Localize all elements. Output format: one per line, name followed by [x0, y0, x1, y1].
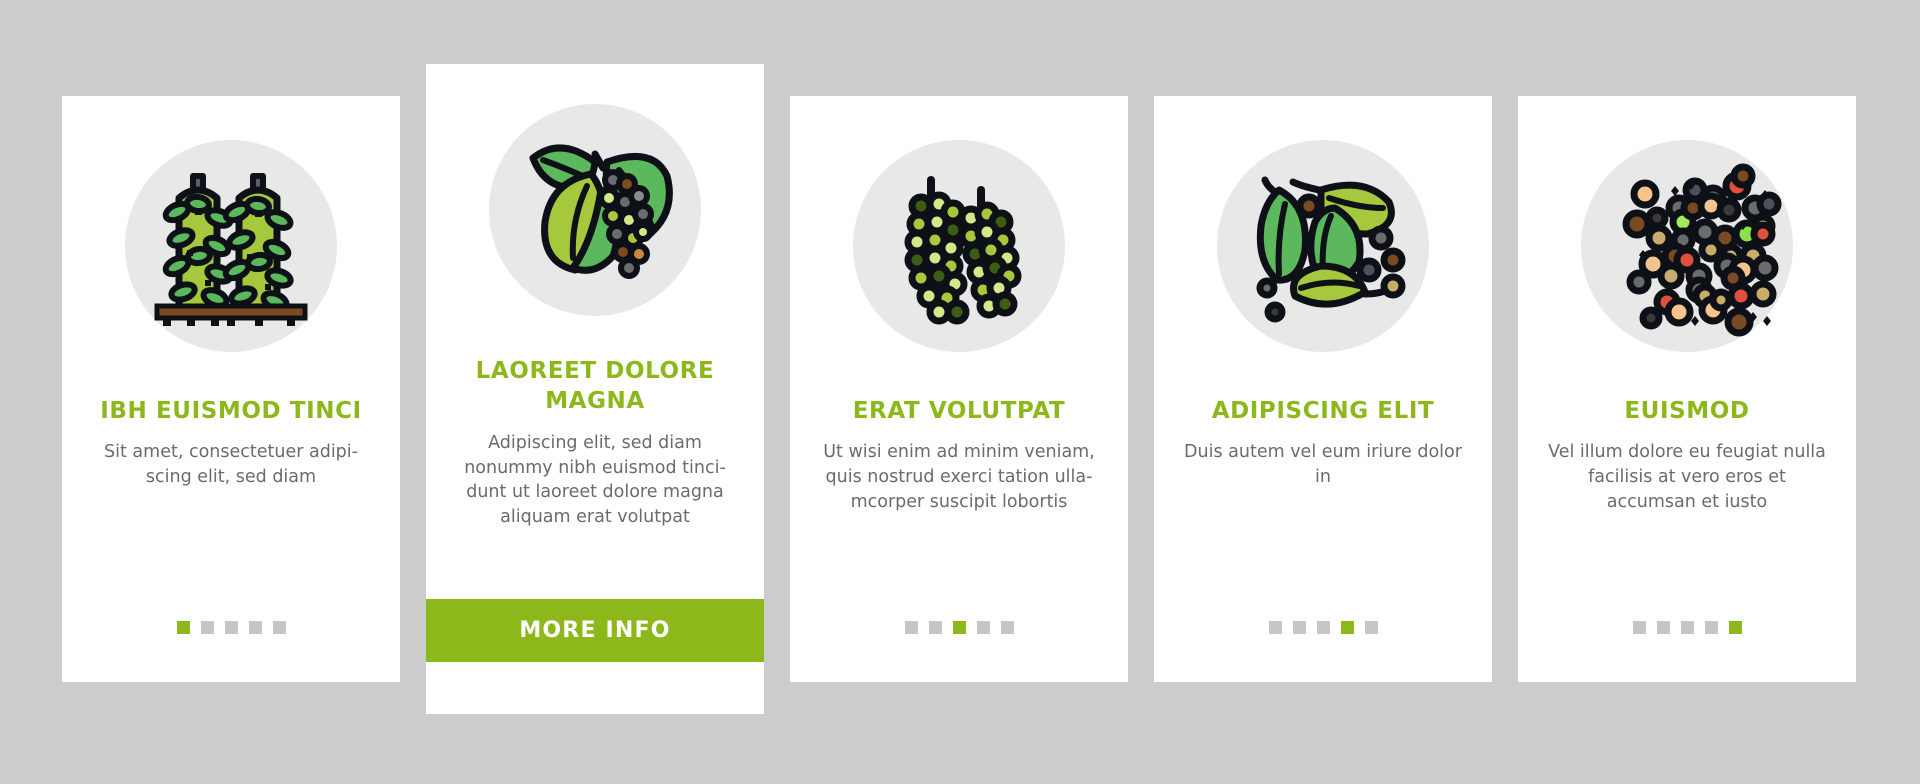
card-4-pagination-dots[interactable]	[1268, 621, 1378, 634]
pagination-dot[interactable]	[904, 621, 918, 634]
card-5-pagination-dots[interactable]	[1632, 621, 1742, 634]
card-3-title: ERAT VOLUTPAT	[852, 398, 1066, 424]
pagination-dot[interactable]	[976, 621, 990, 634]
pagination-dot[interactable]	[1340, 621, 1354, 634]
onboarding-card-1[interactable]: IBH EUISMOD TINCI Sit amet, consectetuer…	[62, 96, 400, 682]
card-1-pagination-dots[interactable]	[176, 621, 286, 634]
more-info-button[interactable]: MORE INFO	[426, 599, 764, 662]
mixed-peppercorns-icon	[1581, 140, 1793, 352]
card-1-content: IBH EUISMOD TINCI Sit amet, consectetuer…	[62, 96, 400, 682]
pepper-vine-plantation-icon	[125, 140, 337, 352]
onboarding-card-2[interactable]: LAOREET DOLORE MAGNA Adipiscing elit, se…	[426, 64, 764, 714]
card-1-title: IBH EUISMOD TINCI	[100, 398, 362, 424]
card-2-title: LAOREET DOLORE MAGNA	[475, 358, 715, 415]
pagination-dot[interactable]	[1268, 621, 1282, 634]
card-4-body: Duis autem vel eum iriure dolor in	[1184, 442, 1462, 488]
pagination-dot[interactable]	[1364, 621, 1378, 634]
green-peppercorn-clusters-icon	[853, 140, 1065, 352]
pagination-dot[interactable]	[1632, 621, 1646, 634]
card-5-title: EUISMOD	[1624, 398, 1750, 424]
onboarding-card-4[interactable]: ADIPISCING ELIT Duis autem vel eum iriur…	[1154, 96, 1492, 682]
card-3-body: Ut wisi enim ad minim veniam, quis nostr…	[823, 442, 1095, 513]
pagination-dot[interactable]	[272, 621, 286, 634]
pagination-dot[interactable]	[1728, 621, 1742, 634]
card-5-content: EUISMOD Vel illum dolore eu feugiat null…	[1518, 96, 1856, 682]
onboarding-card-5[interactable]: EUISMOD Vel illum dolore eu feugiat null…	[1518, 96, 1856, 682]
card-2-body: Adipiscing elit, sed diam nonummy nibh e…	[464, 432, 726, 528]
pagination-dot[interactable]	[200, 621, 214, 634]
pagination-dot[interactable]	[1292, 621, 1306, 634]
pagination-dot[interactable]	[1680, 621, 1694, 634]
pagination-dot[interactable]	[928, 621, 942, 634]
pagination-dot[interactable]	[176, 621, 190, 634]
card-3-content: ERAT VOLUTPAT Ut wisi enim ad minim veni…	[790, 96, 1128, 682]
pepper-leaves-and-corns-icon	[1217, 140, 1429, 352]
card-1-body: Sit amet, consectetuer adipi-scing elit,…	[104, 442, 358, 488]
card-4-title: ADIPISCING ELIT	[1211, 398, 1435, 424]
pagination-dot[interactable]	[1656, 621, 1670, 634]
pagination-dot[interactable]	[248, 621, 262, 634]
card-4-content: ADIPISCING ELIT Duis autem vel eum iriur…	[1154, 96, 1492, 682]
pagination-dot[interactable]	[1704, 621, 1718, 634]
onboarding-screens-stage: IBH EUISMOD TINCI Sit amet, consectetuer…	[0, 0, 1920, 784]
pagination-dot[interactable]	[1316, 621, 1330, 634]
pagination-dot[interactable]	[1000, 621, 1014, 634]
card-2-footer-spacer	[426, 662, 764, 714]
card-5-body: Vel illum dolore eu feugiat nulla facili…	[1548, 442, 1826, 513]
card-3-pagination-dots[interactable]	[904, 621, 1014, 634]
pagination-dot[interactable]	[224, 621, 238, 634]
card-2-content: LAOREET DOLORE MAGNA Adipiscing elit, se…	[426, 64, 764, 714]
pagination-dot[interactable]	[952, 621, 966, 634]
pepper-leaves-cluster-icon	[489, 104, 701, 316]
onboarding-card-3[interactable]: ERAT VOLUTPAT Ut wisi enim ad minim veni…	[790, 96, 1128, 682]
